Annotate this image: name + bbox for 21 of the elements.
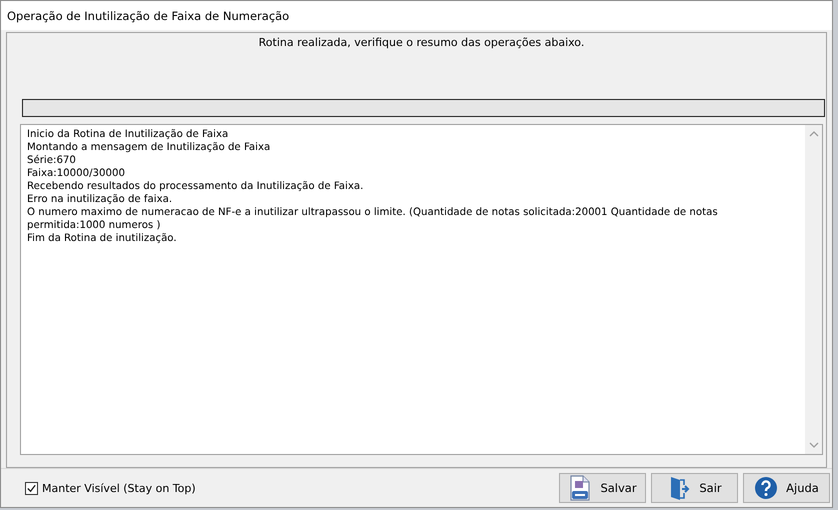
log-line: O numero maximo de numeracao de NF-e a inutilizar ultrapassou o limite. (Quantidade de notas solicitada:20001 Quantidade de notas permitida:1000 numeros ) [27,206,719,232]
log-line: Recebendo resultados do processamento da Inutilização de Faixa. [27,180,364,193]
scroll-up-icon[interactable] [808,131,818,137]
checkbox[interactable] [25,482,38,494]
log-line: Erro na inutilização de faixa. [27,193,174,206]
document-icon [568,475,592,501]
status-message: Rotina realizada, verifique o resumo das operações abaixo. [258,35,586,51]
window-title: Operação de Inutilização de Faixa de Numeração [7,8,290,22]
checkbox-label[interactable]: Manter Visível (Stay on Top) [42,482,196,494]
log-line: Montando a mensagem de Inutilização de Faixa [27,141,272,154]
scroll-down-icon[interactable] [808,442,818,448]
scrollbar[interactable] [805,125,822,454]
log-line: Inicio da Rotina de Inutilização de Faixa [27,128,230,141]
log-line: Faixa:10000/30000 [27,167,126,180]
log-line: Fim da Rotina de inutilização. [27,232,178,245]
help-icon [754,476,778,500]
exit-button[interactable]: Sair [651,473,738,503]
save-button[interactable]: Salvar [559,473,646,503]
help-button[interactable]: Ajuda [743,473,830,503]
log-text-area[interactable] [20,124,823,455]
log-line: Série:670 [27,154,77,167]
